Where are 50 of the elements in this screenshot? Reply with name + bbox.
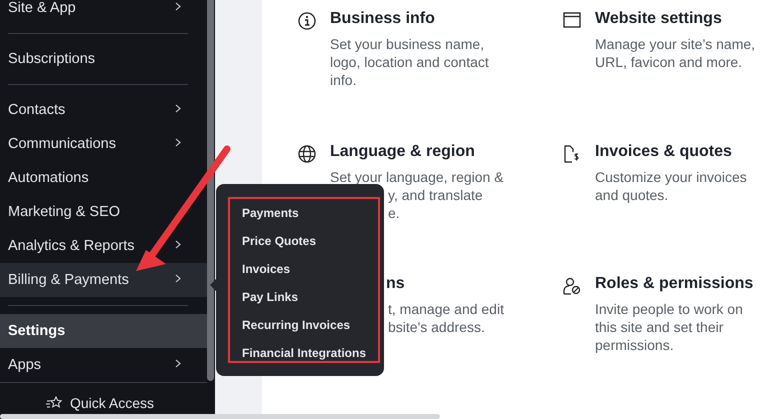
invoice-icon xyxy=(564,145,580,163)
card-description: Set your business name, xyxy=(330,35,486,53)
scrollbar[interactable] xyxy=(0,414,440,419)
person-icon xyxy=(563,277,581,295)
chevron-icon xyxy=(175,104,181,112)
chevron-icon xyxy=(175,358,181,368)
sidebar-item[interactable]: Subscriptions xyxy=(0,42,207,76)
sidebar-item[interactable]: Contacts xyxy=(0,93,207,127)
sidebar-item[interactable]: Automations xyxy=(0,161,207,195)
sidebar-item[interactable]: Site & App xyxy=(0,0,207,25)
sidebar-item[interactable]: Billing & Payments xyxy=(0,263,207,297)
submenu-item[interactable]: Financial Integrations xyxy=(242,344,378,372)
chevron-icon xyxy=(175,138,181,146)
submenu-item[interactable]: Payments xyxy=(242,204,378,232)
card-description: URL, favicon and more. xyxy=(595,53,744,71)
submenu-item[interactable]: Pay Links xyxy=(242,288,378,316)
sidebar-item[interactable]: Communications xyxy=(0,127,207,161)
card-title[interactable]: Website settings xyxy=(595,10,756,28)
star-icon xyxy=(46,396,62,410)
browser-window-icon xyxy=(563,12,581,28)
submenu-item[interactable]: Recurring Invoices xyxy=(242,316,378,344)
card-description: e. xyxy=(387,204,401,222)
card-description: t, manage and edit xyxy=(387,300,504,318)
chevron-icon xyxy=(175,274,181,282)
info-icon xyxy=(298,12,316,30)
card-title[interactable]: Roles & permissions xyxy=(595,275,754,293)
card-description: this site and set their xyxy=(595,318,724,336)
card-description: logo, location and contact xyxy=(330,53,489,71)
card-description: Invite people to work on xyxy=(595,300,744,318)
quick-access-button[interactable]: Quick Access xyxy=(46,395,207,411)
submenu-item[interactable]: Invoices xyxy=(242,260,378,288)
submenu-item[interactable]: Price Quotes xyxy=(242,232,378,260)
sidebar-item[interactable]: Marketing & SEO xyxy=(0,195,207,229)
globe-icon xyxy=(298,145,316,163)
sidebar-item[interactable]: Apps xyxy=(0,348,207,382)
card-description: and quotes. xyxy=(595,186,670,204)
card-title[interactable]: Language & region xyxy=(330,143,504,161)
card-description: Customize your invoices xyxy=(595,168,747,186)
card-description: permissions. xyxy=(595,336,675,354)
card-description: y, and translate xyxy=(387,186,484,204)
card-description: info. xyxy=(330,71,358,89)
card-title[interactable]: Invoices & quotes xyxy=(595,143,747,161)
card-description: Manage your site’s name, xyxy=(595,35,756,53)
card-description: Set your language, region & xyxy=(330,168,504,186)
sidebar-item[interactable]: Settings xyxy=(0,314,207,348)
scrollbar[interactable] xyxy=(207,0,214,381)
sidebar-item[interactable]: Analytics & Reports xyxy=(0,229,207,263)
card-title[interactable]: Business info xyxy=(330,10,489,28)
chevron-icon xyxy=(175,240,181,248)
chevron-icon xyxy=(175,2,181,10)
